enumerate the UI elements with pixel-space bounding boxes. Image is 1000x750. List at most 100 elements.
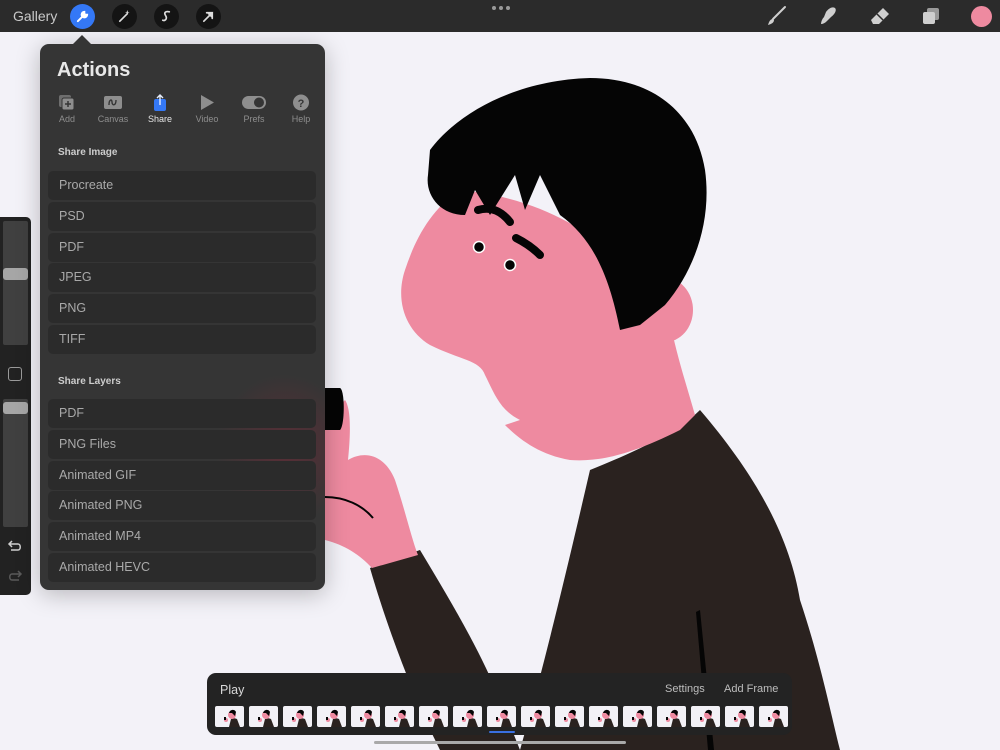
redo-icon[interactable]	[7, 569, 23, 583]
opacity-thumb[interactable]	[3, 402, 28, 415]
share-image-procreate[interactable]: Procreate	[48, 171, 316, 200]
arrow-cursor-icon	[202, 11, 214, 23]
add-frame-button[interactable]: Add Frame	[724, 683, 778, 695]
popover-arrow	[72, 35, 92, 45]
frame-thumbnail-icon	[224, 709, 240, 727]
share-layers-pdf[interactable]: PDF	[48, 399, 316, 428]
brush-icon[interactable]	[765, 5, 787, 27]
smudge-icon[interactable]	[817, 5, 839, 27]
timeline-frame[interactable]	[351, 706, 380, 727]
frame-thumbnail-icon	[258, 709, 274, 727]
share-layers-animated-png[interactable]: Animated PNG	[48, 491, 316, 520]
timeline-frame[interactable]	[657, 706, 686, 727]
wrench-icon	[76, 10, 89, 23]
frame-thumbnail-icon	[768, 709, 784, 727]
timeline-frame[interactable]	[623, 706, 652, 727]
eye-left	[472, 240, 486, 254]
magic-wand-icon	[118, 9, 130, 23]
procreate-screen: Gallery Actions Add Canvas Share Video P…	[0, 0, 1000, 750]
timeline-frame[interactable]	[725, 706, 754, 727]
frame-thumbnail-icon	[666, 709, 682, 727]
cup	[325, 388, 344, 430]
share-image-tiff[interactable]: TIFF	[48, 325, 316, 354]
popover-title: Actions	[57, 59, 131, 81]
frame-thumbnail-icon	[734, 709, 750, 727]
eye-right	[503, 258, 517, 272]
timeline-frame[interactable]	[487, 706, 516, 727]
actions-tabs: Add Canvas Share Video Prefs ? Help	[40, 94, 325, 130]
selection-button[interactable]	[154, 4, 179, 29]
adjustments-button[interactable]	[112, 4, 137, 29]
share-icon	[154, 94, 166, 111]
frame-thumbnail-icon	[632, 709, 648, 727]
frame-thumbnail-icon	[700, 709, 716, 727]
selection-s-icon	[161, 10, 171, 22]
timeline-frame[interactable]	[555, 706, 584, 727]
home-indicator[interactable]	[374, 741, 626, 744]
share-image-pdf[interactable]: PDF	[48, 233, 316, 262]
add-icon	[59, 95, 75, 111]
timeline-frame[interactable]	[419, 706, 448, 727]
layers-icon[interactable]	[920, 5, 942, 27]
share-image-psd[interactable]: PSD	[48, 202, 316, 231]
share-layers-png-files[interactable]: PNG Files	[48, 430, 316, 459]
help-icon: ?	[293, 94, 309, 111]
top-toolbar: Gallery	[0, 0, 1000, 32]
share-image-png[interactable]: PNG	[48, 294, 316, 323]
play-icon	[201, 95, 214, 110]
current-frame-indicator	[488, 731, 515, 733]
play-button[interactable]: Play	[220, 683, 244, 697]
actions-button[interactable]	[70, 4, 95, 29]
frame-thumbnail-icon	[360, 709, 376, 727]
timeline-frame[interactable]	[283, 706, 312, 727]
frame-thumbnail-icon	[564, 709, 580, 727]
transform-button[interactable]	[196, 4, 221, 29]
timeline-frame[interactable]	[249, 706, 278, 727]
timeline-settings-button[interactable]: Settings	[665, 683, 705, 695]
frame-thumbnail-icon	[292, 709, 308, 727]
timeline-frame[interactable]	[215, 706, 244, 727]
tab-share[interactable]: Share	[137, 94, 183, 124]
ellipsis-icon[interactable]	[492, 6, 510, 10]
share-image-label: Share Image	[58, 147, 118, 158]
tab-help[interactable]: ? Help	[278, 94, 324, 124]
animation-timeline: Play Settings Add Frame	[207, 673, 792, 735]
tab-video[interactable]: Video	[184, 94, 230, 124]
brush-size-thumb[interactable]	[3, 268, 28, 281]
brush-size-slider[interactable]	[3, 221, 28, 345]
frame-thumbnail-icon	[496, 709, 512, 727]
color-picker-swatch[interactable]	[971, 6, 992, 27]
share-image-jpeg[interactable]: JPEG	[48, 263, 316, 292]
tab-canvas[interactable]: Canvas	[90, 94, 136, 124]
frame-strip	[215, 706, 788, 727]
actions-popover: Actions Add Canvas Share Video Prefs ? H…	[40, 44, 325, 590]
timeline-frame[interactable]	[691, 706, 720, 727]
tab-add[interactable]: Add	[44, 94, 90, 124]
timeline-frame[interactable]	[317, 706, 346, 727]
share-layers-label: Share Layers	[58, 376, 121, 387]
eraser-icon[interactable]	[869, 5, 891, 27]
timeline-frame[interactable]	[385, 706, 414, 727]
frame-thumbnail-icon	[428, 709, 444, 727]
timeline-frame[interactable]	[521, 706, 550, 727]
gallery-button[interactable]: Gallery	[13, 8, 57, 24]
timeline-frame[interactable]	[453, 706, 482, 727]
frame-thumbnail-icon	[462, 709, 478, 727]
timeline-frame[interactable]	[759, 706, 788, 727]
share-layers-animated-hevc[interactable]: Animated HEVC	[48, 553, 316, 582]
toggle-icon	[242, 96, 266, 109]
undo-icon[interactable]	[7, 539, 23, 553]
modify-button[interactable]	[8, 367, 22, 381]
frame-thumbnail-icon	[326, 709, 342, 727]
left-sidebar	[0, 217, 31, 595]
frame-thumbnail-icon	[598, 709, 614, 727]
tab-prefs[interactable]: Prefs	[231, 94, 277, 124]
svg-text:?: ?	[298, 98, 305, 110]
timeline-frame[interactable]	[589, 706, 618, 727]
canvas-icon	[104, 96, 122, 109]
frame-thumbnail-icon	[530, 709, 546, 727]
share-layers-animated-mp4[interactable]: Animated MP4	[48, 522, 316, 551]
opacity-slider[interactable]	[3, 399, 28, 527]
frame-thumbnail-icon	[394, 709, 410, 727]
share-layers-animated-gif[interactable]: Animated GIF	[48, 461, 316, 490]
